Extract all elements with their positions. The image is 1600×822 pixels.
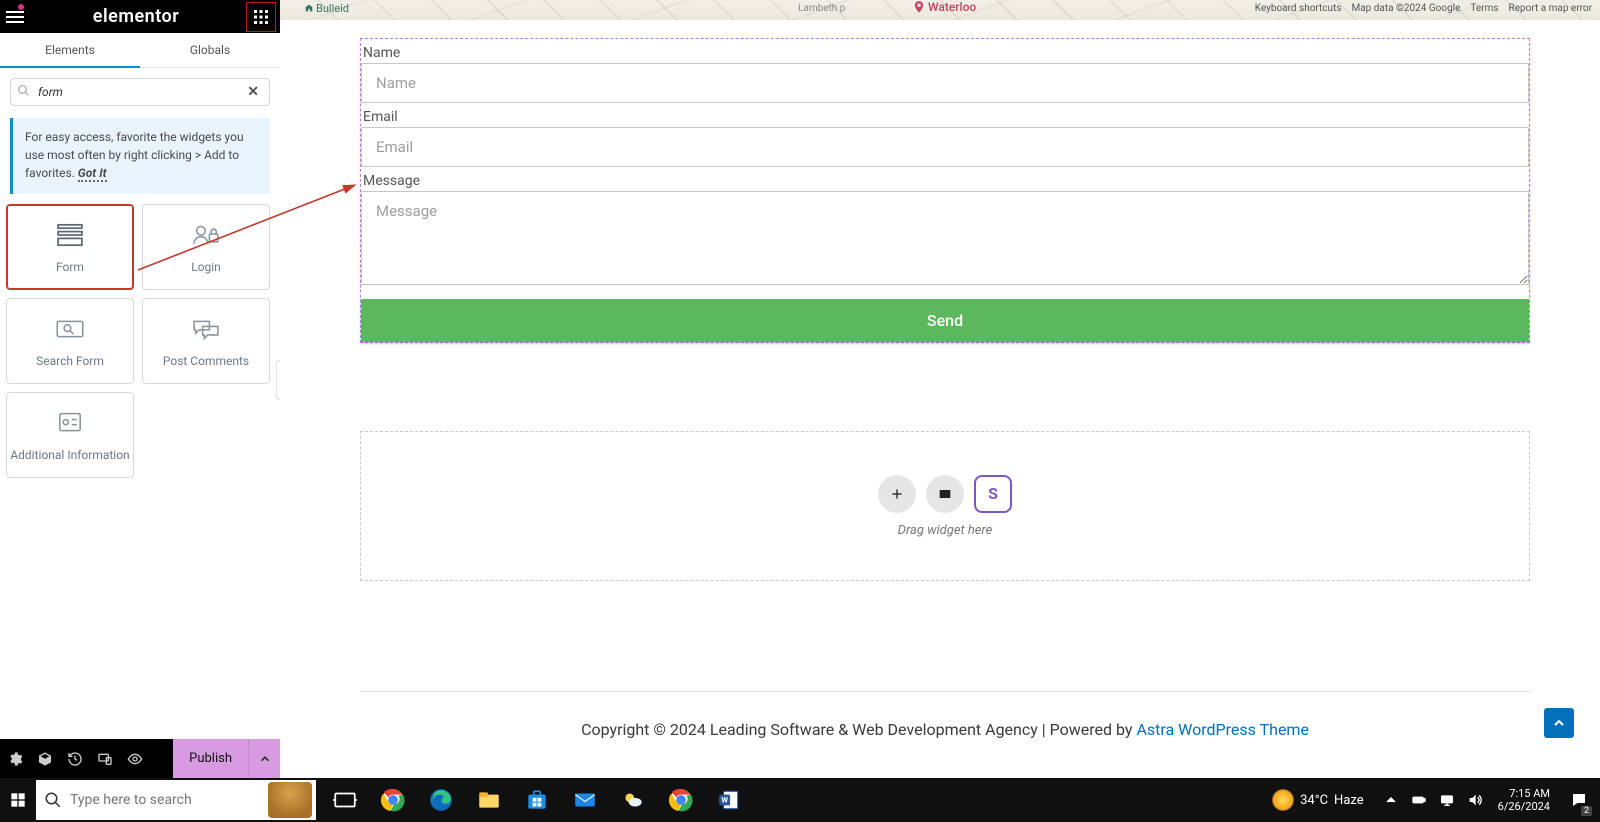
weather-cond: Haze [1334,793,1364,808]
comments-icon [189,315,223,346]
footer-text: Copyright © 2024 Leading Software & Web … [581,720,1136,739]
widget-label: Search Form [36,354,104,368]
tip-text: For easy access, favorite the widgets yo… [25,130,244,180]
taskbar-app-explorer[interactable] [468,778,510,822]
history-icon[interactable] [60,739,90,778]
tray-volume-icon[interactable] [1464,785,1486,815]
send-button[interactable]: Send [361,299,1529,342]
publish-button[interactable]: Publish [173,739,248,778]
task-view-button[interactable] [324,778,366,822]
tray-chevron-up-icon[interactable] [1380,785,1402,815]
map-report-error[interactable]: Report a map error [1509,3,1592,14]
brand-label: elementor [93,6,179,27]
message-label: Message [363,173,1529,189]
map-terms[interactable]: Terms [1470,3,1498,14]
preview-icon[interactable] [120,739,150,778]
widget-search-form[interactable]: Search Form [6,298,134,384]
notifications-button[interactable]: 2 [1562,778,1596,822]
widget-dropzone[interactable]: S Drag widget here [360,431,1530,581]
tab-globals[interactable]: Globals [140,33,280,67]
weather-temp: 34°C [1300,793,1328,808]
widget-additional-information[interactable]: Additional Information [6,392,134,478]
search-widgets: ✕ [10,78,270,106]
search-icon [17,84,30,101]
search-input[interactable] [34,83,243,101]
form-icon [53,221,87,252]
settings-icon[interactable] [0,739,30,778]
taskbar-app-weather[interactable] [612,778,654,822]
scroll-to-top-button[interactable] [1544,708,1574,738]
map-preview: Bulleid Lambeth p Waterloo Keyboard shor… [280,0,1600,20]
taskbar-app-word[interactable]: W [708,778,750,822]
tip-gotit[interactable]: Got It [78,166,107,182]
taskbar-clock[interactable]: 7:15 AM 6/26/2024 [1498,787,1550,813]
message-textarea[interactable] [361,191,1529,285]
add-section-button[interactable] [878,475,916,513]
info-icon [53,409,87,440]
taskbar-weather[interactable]: 34°C Haze [1272,789,1364,811]
favorite-tip: For easy access, favorite the widgets yo… [10,118,270,194]
widget-label: Additional Information [10,448,129,462]
tray-battery-icon[interactable] [1408,785,1430,815]
taskbar-app-store[interactable] [516,778,558,822]
form-widget[interactable]: Name Email Message Send [360,38,1530,343]
dropzone-hint: Drag widget here [898,523,993,538]
menu-icon[interactable] [4,6,26,28]
tab-elements[interactable]: Elements [0,33,140,67]
email-label: Email [363,109,1529,125]
search-highlight-icon [268,782,312,818]
taskbar-app-mail[interactable] [564,778,606,822]
taskbar-app-edge[interactable] [420,778,462,822]
widget-form[interactable]: Form [6,204,134,290]
clock-time: 7:15 AM [1509,787,1550,800]
widget-label: Form [56,260,84,274]
map-label-lambeth: Lambeth p [798,3,845,14]
search-form-icon [53,315,87,346]
name-input[interactable] [361,63,1529,103]
search-icon [44,791,62,809]
tray-network-icon[interactable] [1436,785,1458,815]
taskbar-app-chrome-2[interactable] [660,778,702,822]
clear-search-icon[interactable]: ✕ [243,84,263,100]
taskbar-search [36,780,316,820]
login-icon [189,221,223,252]
add-library-button[interactable]: S [974,475,1012,513]
windows-taskbar: W 34°C Haze 7:15 AM 6/26/2024 2 [0,778,1600,822]
map-label-waterloo: Waterloo [912,0,976,14]
page-footer: Copyright © 2024 Leading Software & Web … [360,691,1530,739]
start-button[interactable] [0,778,36,822]
name-label: Name [363,45,1529,61]
taskbar-app-chrome[interactable] [372,778,414,822]
publish-options-button[interactable] [248,739,280,778]
widget-post-comments[interactable]: Post Comments [142,298,270,384]
clock-date: 6/26/2024 [1498,800,1550,813]
footer-theme-link[interactable]: Astra WordPress Theme [1136,720,1308,739]
email-input[interactable] [361,127,1529,167]
notif-count: 2 [1581,806,1592,816]
svg-text:W: W [721,796,728,805]
map-keyboard-shortcuts[interactable]: Keyboard shortcuts [1255,3,1342,14]
map-label-bulleid: Bulleid [304,2,349,15]
add-template-button[interactable] [926,475,964,513]
navigator-icon[interactable] [30,739,60,778]
widget-login[interactable]: Login [142,204,270,290]
editor-canvas: Bulleid Lambeth p Waterloo Keyboard shor… [280,0,1600,778]
widget-label: Login [191,260,221,274]
map-data-attrib: Map data ©2024 Google [1352,3,1461,14]
weather-sun-icon [1272,789,1294,811]
widgets-grid-button[interactable] [246,2,276,32]
responsive-icon[interactable] [90,739,120,778]
widget-label: Post Comments [163,354,249,368]
elementor-sidebar: elementor Elements Globals ✕ For easy ac… [0,0,280,778]
